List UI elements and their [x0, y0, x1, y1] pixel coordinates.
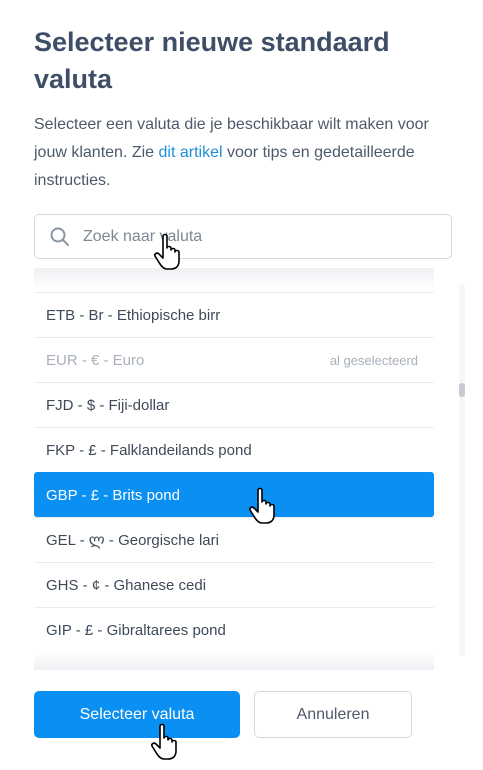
currency-option-etb[interactable]: ETB - Br - Ethiopische birr [34, 292, 434, 337]
currency-option-eur: EUR - € - Euro al geselecteerd [34, 337, 434, 382]
currency-option-label: GHS - ¢ - Ghanese cedi [46, 576, 207, 594]
currency-option-gip[interactable]: GIP - £ - Gibraltarees pond [34, 607, 434, 652]
search-input[interactable] [81, 226, 435, 247]
list-bottom-fade [34, 652, 434, 670]
scrollbar-track[interactable] [459, 284, 465, 656]
scrollbar-thumb[interactable] [459, 383, 465, 397]
select-currency-button[interactable]: Selecteer valuta [34, 691, 240, 738]
list-top-fade [34, 268, 434, 290]
currency-option-label: GIP - £ - Gibraltarees pond [46, 621, 226, 639]
search-icon [50, 227, 69, 246]
already-selected-note: al geselecteerd [329, 352, 418, 368]
hand-cursor-icon [154, 233, 180, 270]
currency-list: ETB - Br - Ethiopische birr EUR - € - Eu… [34, 292, 434, 652]
currency-option-label: GEL - ლ - Georgische lari [46, 532, 219, 549]
currency-option-label: ETB - Br - Ethiopische birr [46, 306, 221, 324]
currency-option-fkp[interactable]: FKP - £ - Falklandeilands pond [34, 427, 434, 472]
hand-cursor-icon [151, 723, 177, 760]
dialog-description: Selecteer een valuta die je beschikbaar … [34, 111, 454, 195]
currency-option-label: GBP - £ - Brits pond [46, 486, 180, 504]
currency-option-ghs[interactable]: GHS - ¢ - Ghanese cedi [34, 562, 434, 607]
currency-option-gbp[interactable]: GBP - £ - Brits pond [34, 472, 434, 517]
hand-cursor-icon [249, 487, 275, 524]
currency-option-label: FJD - $ - Fiji-dollar [46, 396, 170, 414]
help-article-link[interactable]: dit artikel [159, 144, 223, 161]
search-box [34, 214, 452, 259]
dialog-title: Selecteer nieuwe standaard valuta [34, 27, 390, 94]
currency-option-label: FKP - £ - Falklandeilands pond [46, 441, 252, 459]
currency-option-gel[interactable]: GEL - ლ - Georgische lari [34, 517, 434, 562]
currency-option-label: EUR - € - Euro [46, 351, 145, 369]
cancel-button[interactable]: Annuleren [254, 691, 412, 738]
currency-option-fjd[interactable]: FJD - $ - Fiji-dollar [34, 382, 434, 427]
